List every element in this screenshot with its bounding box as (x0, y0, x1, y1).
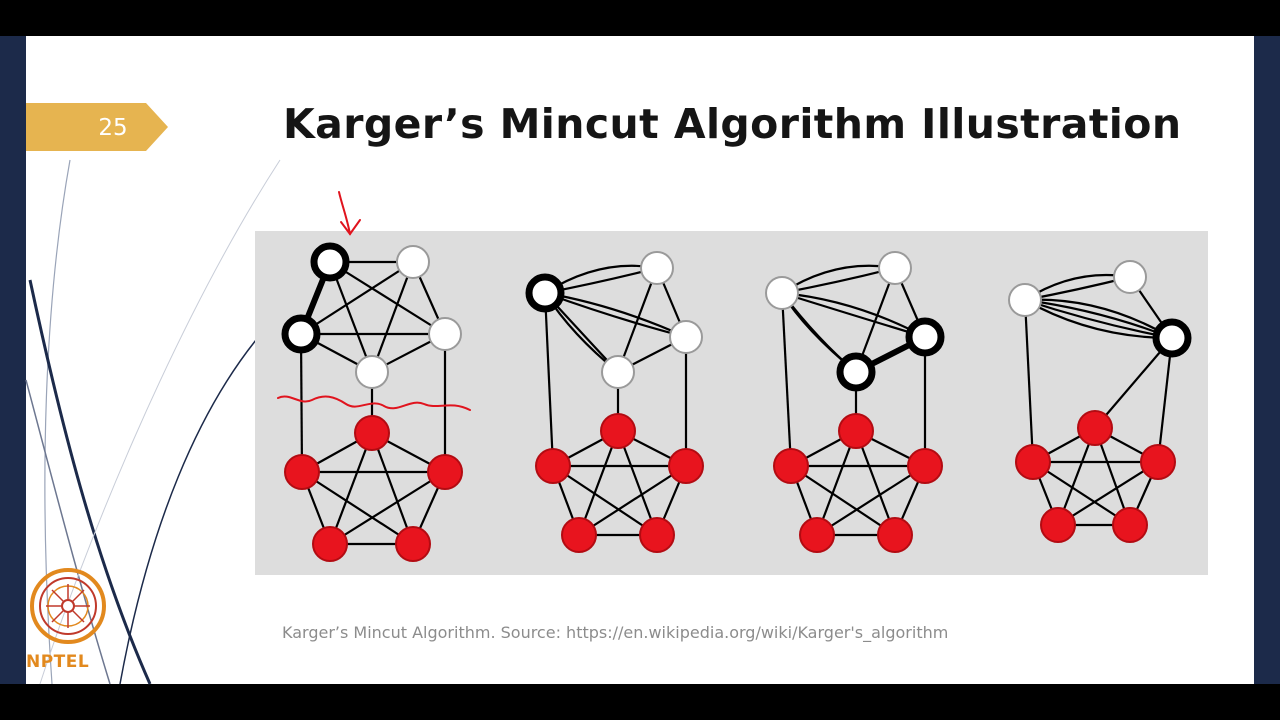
node-black (310, 242, 350, 282)
node-black (281, 314, 321, 354)
node-red (799, 517, 835, 553)
node-red (1040, 507, 1076, 543)
node-white (601, 355, 635, 389)
node-black (836, 352, 876, 392)
node-red (354, 415, 390, 451)
node-red (1015, 444, 1051, 480)
node-red (427, 454, 463, 490)
node-red (600, 413, 636, 449)
node-red (1077, 410, 1113, 446)
node-red (907, 448, 943, 484)
node-white (1008, 283, 1042, 317)
node-red (535, 448, 571, 484)
node-white (669, 320, 703, 354)
node-white (1113, 260, 1147, 294)
node-white (396, 245, 430, 279)
node-red (773, 448, 809, 484)
node-red (284, 454, 320, 490)
node-red (668, 448, 704, 484)
node-white (640, 251, 674, 285)
nptel-logo-text: NPTEL (26, 652, 90, 672)
node-red (877, 517, 913, 553)
node-white (355, 355, 389, 389)
node-black (525, 273, 565, 313)
node-red (1112, 507, 1148, 543)
node-red (838, 413, 874, 449)
node-red (312, 526, 348, 562)
node-red (561, 517, 597, 553)
slide-title: Karger’s Mincut Algorithm Illustration (283, 100, 1182, 148)
node-white (765, 276, 799, 310)
node-white (428, 317, 462, 351)
node-red (1140, 444, 1176, 480)
node-black (905, 317, 945, 357)
node-red (395, 526, 431, 562)
figure-caption: Karger’s Mincut Algorithm. Source: https… (282, 623, 949, 642)
slide-number: 25 (98, 115, 128, 141)
node-black (1152, 318, 1192, 358)
node-white (878, 251, 912, 285)
node-red (639, 517, 675, 553)
